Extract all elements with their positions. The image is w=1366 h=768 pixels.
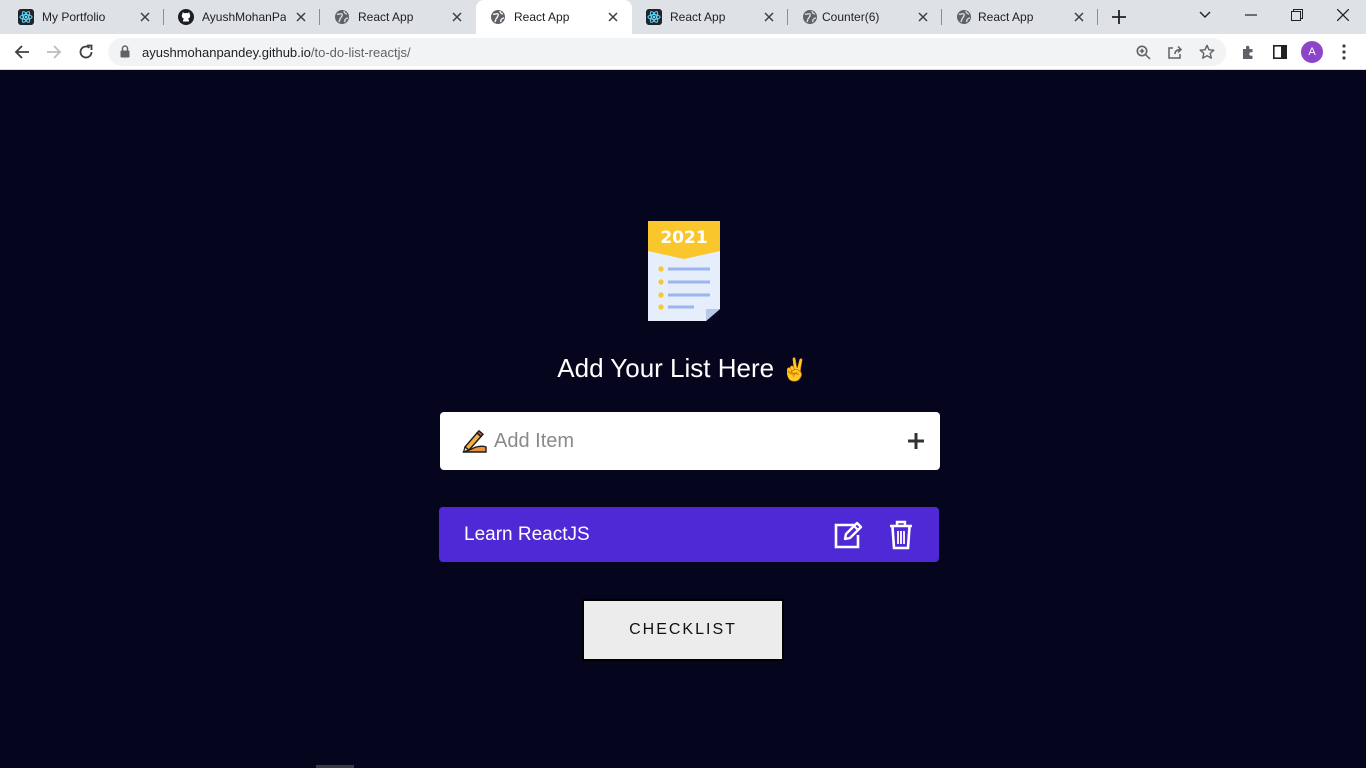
todo-list-logo: 2021 <box>646 221 722 323</box>
edit-icon[interactable] <box>833 521 863 549</box>
tab-title: Counter(6) <box>822 10 880 24</box>
restore-button[interactable] <box>1274 0 1320 30</box>
list-item: Learn ReactJS <box>439 507 939 562</box>
globe-icon <box>956 9 972 25</box>
tab-react-app-active[interactable]: React App <box>476 0 632 34</box>
react-icon <box>18 9 34 25</box>
trash-icon[interactable] <box>889 520 913 550</box>
zoom-icon[interactable] <box>1134 43 1152 61</box>
browser-toolbar: ayushmohanpandey.github.io/to-do-list-re… <box>0 34 1366 70</box>
plus-icon <box>908 433 924 449</box>
react-icon <box>646 9 662 25</box>
close-icon <box>1337 9 1349 21</box>
plus-icon <box>1112 10 1126 24</box>
back-button[interactable] <box>11 41 33 63</box>
github-icon <box>178 9 194 25</box>
page-title-text: Add Your List Here <box>557 353 775 383</box>
close-icon[interactable] <box>1070 8 1088 26</box>
lock-icon[interactable] <box>120 45 130 63</box>
globe-icon <box>802 9 818 25</box>
url-text[interactable]: ayushmohanpandey.github.io/to-do-list-re… <box>142 45 411 60</box>
address-bar[interactable]: ayushmohanpandey.github.io/to-do-list-re… <box>108 38 1226 66</box>
tab-strip: My Portfolio AyushMohanPandey React App … <box>0 0 1366 34</box>
tab-title: My Portfolio <box>42 10 106 24</box>
tab-github[interactable]: AyushMohanPandey <box>164 0 320 34</box>
tab-search-button[interactable] <box>1182 0 1228 30</box>
close-icon[interactable] <box>604 8 622 26</box>
close-icon[interactable] <box>292 8 310 26</box>
badge-year: 2021 <box>660 228 707 248</box>
bookmark-star-icon[interactable] <box>1198 43 1216 61</box>
minimize-icon <box>1245 14 1257 16</box>
minimize-button[interactable] <box>1228 0 1274 30</box>
tab-my-portfolio[interactable]: My Portfolio <box>4 0 164 34</box>
page-title: Add Your List Here ✌ <box>0 353 1366 384</box>
pencil-writing-icon <box>460 428 488 454</box>
arrow-right-icon <box>47 45 62 59</box>
tab-title: React App <box>978 10 1034 24</box>
close-icon[interactable] <box>136 8 154 26</box>
menu-kebab-icon[interactable] <box>1334 42 1354 62</box>
share-icon[interactable] <box>1166 43 1184 61</box>
reload-button[interactable] <box>75 41 97 63</box>
todo-page: 2021 Add Your List Here ✌ Learn ReactJS <box>0 71 1366 768</box>
reload-icon <box>79 44 93 59</box>
tab-counter[interactable]: Counter(6) <box>788 0 942 34</box>
close-icon[interactable] <box>914 8 932 26</box>
tab-title: React App <box>358 10 414 24</box>
close-icon[interactable] <box>760 8 778 26</box>
add-item-button[interactable] <box>905 430 927 452</box>
window-close-button[interactable] <box>1320 0 1366 30</box>
new-tab-button[interactable] <box>1108 6 1130 28</box>
globe-icon <box>490 9 506 25</box>
tab-title: React App <box>514 10 570 24</box>
globe-icon <box>334 9 350 25</box>
url-path: /to-do-list-reactjs/ <box>310 45 411 60</box>
tab-title: React App <box>670 10 726 24</box>
chevron-down-icon <box>1199 11 1211 18</box>
list-item-text: Learn ReactJS <box>464 524 590 545</box>
checklist-button[interactable]: CHECKLIST <box>582 599 784 661</box>
tab-react-app-3[interactable]: React App <box>942 0 1098 34</box>
tab-react-app-1[interactable]: React App <box>320 0 476 34</box>
forward-button[interactable] <box>43 41 65 63</box>
restore-icon <box>1291 9 1303 21</box>
add-item-bar <box>440 412 940 470</box>
victory-hand-emoji: ✌ <box>781 358 809 383</box>
close-icon[interactable] <box>448 8 466 26</box>
profile-avatar[interactable]: A <box>1301 41 1323 63</box>
url-host: ayushmohanpandey.github.io <box>142 45 311 60</box>
arrow-left-icon <box>14 45 29 59</box>
tab-divider <box>1097 9 1098 25</box>
tab-title: AyushMohanPandey <box>202 10 286 24</box>
add-item-input[interactable] <box>494 424 894 458</box>
side-panel-icon[interactable] <box>1270 42 1290 62</box>
tab-react-app-2[interactable]: React App <box>632 0 788 34</box>
extensions-icon[interactable] <box>1238 42 1258 62</box>
